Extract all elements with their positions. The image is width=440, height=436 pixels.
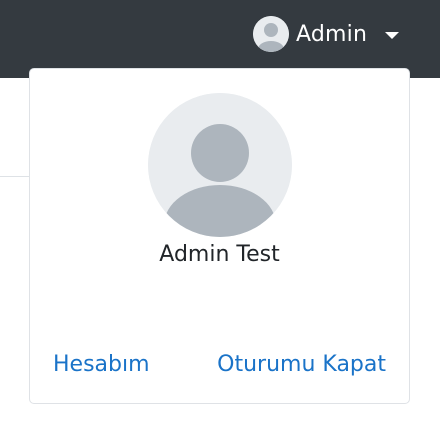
profile-avatar-icon [148,93,292,237]
caret-down-icon [385,31,400,39]
logout-link[interactable]: Oturumu Kapat [217,352,386,377]
top-navbar: Admin [0,0,440,78]
user-menu-toggle[interactable]: Admin [253,15,400,53]
user-name-label: Admin [296,21,368,47]
account-link[interactable]: Hesabım [53,352,150,377]
background-divider [0,176,30,177]
user-avatar-icon [253,16,289,52]
user-dropdown-menu: Admin Test Hesabım Oturumu Kapat [29,68,410,404]
profile-full-name: Admin Test [159,242,280,267]
